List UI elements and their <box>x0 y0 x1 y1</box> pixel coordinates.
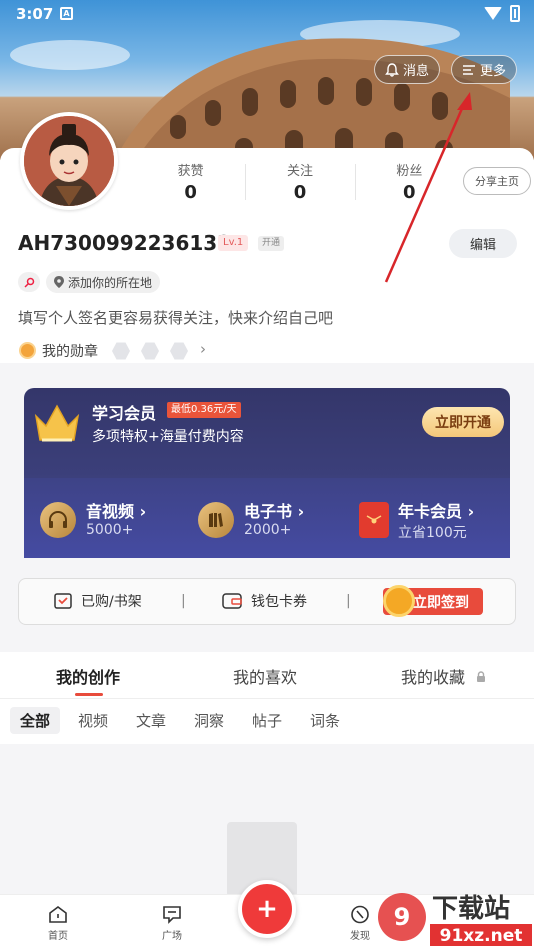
stat-followers[interactable]: 粉丝 0 <box>354 160 464 203</box>
wifi-icon <box>484 7 502 20</box>
level-badge[interactable]: Lv.1 <box>218 235 249 251</box>
username: AH7300992236132 <box>18 231 232 255</box>
medal-slot-icon <box>112 342 130 360</box>
medal-slot-icon <box>141 342 159 360</box>
stat-following[interactable]: 关注 0 <box>245 160 354 203</box>
edit-profile-button[interactable]: 编辑 <box>449 229 517 258</box>
location-label: 添加你的所在地 <box>68 275 153 290</box>
divider <box>0 698 534 699</box>
stat-label: 关注 <box>286 164 313 179</box>
vip-benefit-sub: 2000+ <box>244 522 292 538</box>
checkin-coin-icon <box>383 585 415 617</box>
gender-tag[interactable] <box>18 272 40 292</box>
bell-icon <box>385 62 399 77</box>
location-pin-icon <box>54 276 64 288</box>
vip-benefit-title: 年卡会员 › <box>398 502 475 521</box>
bookshelf-icon <box>54 593 72 609</box>
colosseum-illustration <box>114 38 510 160</box>
stat-likes[interactable]: 获赞 0 <box>136 160 245 203</box>
wallet-coupons-button[interactable]: 钱包卡券 <box>221 591 307 611</box>
vip-price-tag: 最低0.36元/天 <box>167 402 241 418</box>
purchased-label: 已购/书架 <box>81 594 142 610</box>
vip-title: 学习会员 <box>92 404 157 423</box>
lock-icon <box>476 668 486 682</box>
vip-benefit-title: 音视频 › <box>86 502 147 521</box>
headphones-icon <box>40 502 76 538</box>
battery-icon <box>510 5 520 22</box>
watermark-glyph: 9 <box>394 903 411 931</box>
more-button[interactable]: 更多 <box>451 55 518 84</box>
stat-value: 0 <box>184 182 197 203</box>
avatar-character-image <box>24 116 114 206</box>
wallet-icon <box>222 593 242 609</box>
subtab-video[interactable]: 视频 <box>78 710 108 731</box>
profile-stats: 获赞 0 关注 0 粉丝 0 <box>136 160 464 203</box>
medal-slot-icon <box>170 342 188 360</box>
stat-label: 获赞 <box>177 164 204 179</box>
medals-row[interactable]: 我的勋章 › <box>0 339 534 363</box>
subtab-articles[interactable]: 文章 <box>136 710 166 731</box>
separator: | <box>181 593 186 609</box>
separator: | <box>346 593 351 609</box>
chat-bubble-icon <box>163 906 181 924</box>
vip-benefit-sub: 立省100元 <box>398 525 467 541</box>
subtab-all[interactable]: 全部 <box>10 707 61 734</box>
vip-status-badge[interactable]: 开通 <box>258 236 285 251</box>
red-envelope-icon <box>359 502 389 538</box>
vip-benefit-ebook[interactable]: 电子书 › 2000+ <box>198 498 348 542</box>
stat-label: 粉丝 <box>396 164 423 179</box>
nav-label: 广场 <box>162 931 182 942</box>
watermark-title: 下载站 <box>432 894 510 924</box>
vip-membership-panel[interactable]: 学习会员 最低0.36元/天 多项特权+海量付费内容 立即开通 音视频 › 50… <box>24 388 510 558</box>
share-profile-button[interactable]: 分享主页 <box>463 167 531 195</box>
notification-app-icon: A <box>60 7 73 20</box>
medals-label: 我的勋章 <box>42 344 98 360</box>
vip-open-button[interactable]: 立即开通 <box>422 407 504 437</box>
stat-value: 0 <box>293 182 307 203</box>
messages-label: 消息 <box>403 64 430 79</box>
nav-home[interactable]: 首页 <box>38 905 78 942</box>
watermark-site: 91xz.net <box>440 926 523 946</box>
vip-benefits: 音视频 › 5000+ 电子书 › 2000+ 年卡会员 › 立省100元 <box>24 478 510 558</box>
more-label: 更多 <box>480 64 507 79</box>
site-watermark-logo: 9 下载站 91xz.net <box>378 893 532 946</box>
location-tag[interactable]: 添加你的所在地 <box>46 271 161 293</box>
stat-value: 0 <box>403 182 416 203</box>
nav-square[interactable]: 广场 <box>152 905 192 942</box>
chevron-right-icon: › <box>200 340 206 358</box>
gender-icon <box>23 277 34 288</box>
compass-icon <box>351 905 369 924</box>
avatar[interactable] <box>20 112 118 210</box>
crown-icon <box>34 404 80 442</box>
status-icons <box>484 5 520 22</box>
subtab-posts[interactable]: 帖子 <box>252 710 282 731</box>
vip-benefit-annual[interactable]: 年卡会员 › 立省100元 <box>356 498 506 542</box>
wallet-label: 钱包卡券 <box>251 594 307 610</box>
purchased-bookshelf-button[interactable]: 已购/书架 <box>53 591 142 611</box>
create-post-button[interactable]: + <box>238 880 296 938</box>
subtab-insights[interactable]: 洞察 <box>194 710 224 731</box>
nav-label: 首页 <box>48 931 68 942</box>
book-icon <box>198 502 234 538</box>
content-tabs: 我的创作 我的喜欢 我的收藏 全部 视频 文章 洞察 帖子 词条 <box>0 652 534 744</box>
status-bar: 3:07 A <box>0 0 534 30</box>
medal-icon <box>19 342 36 359</box>
vip-benefit-audio-video[interactable]: 音视频 › 5000+ <box>40 498 190 542</box>
vip-subtitle: 多项特权+海量付费内容 <box>92 429 244 445</box>
active-tab-indicator <box>75 693 103 696</box>
subtab-entries[interactable]: 词条 <box>310 710 340 731</box>
vip-benefit-title: 电子书 › <box>244 502 305 521</box>
messages-button[interactable]: 消息 <box>374 55 441 84</box>
tab-my-likes[interactable]: 我的喜欢 <box>233 664 297 688</box>
tab-my-favorites[interactable]: 我的收藏 <box>401 664 465 688</box>
tab-my-creations[interactable]: 我的创作 <box>56 664 120 688</box>
menu-lines-icon <box>463 64 475 75</box>
vip-benefit-sub: 5000+ <box>86 522 134 538</box>
status-time: 3:07 <box>16 5 54 23</box>
quick-actions-bar: 已购/书架 | 钱包卡券 | 立即签到 <box>18 578 516 625</box>
bio-text[interactable]: 填写个人签名更容易获得关注，快来介绍自己吧 <box>18 307 333 328</box>
home-icon <box>49 906 67 923</box>
